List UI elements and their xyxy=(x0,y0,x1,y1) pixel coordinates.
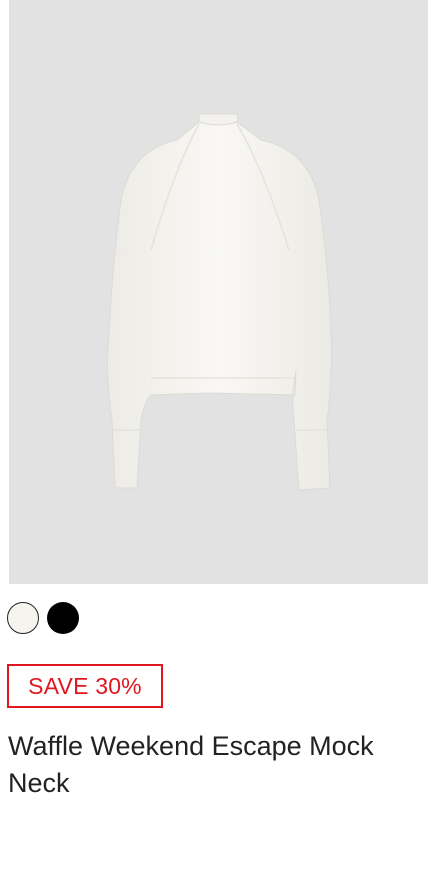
sweater-image xyxy=(107,113,332,491)
product-image[interactable] xyxy=(9,0,428,584)
color-swatches xyxy=(7,602,79,634)
discount-badge: SAVE 30% xyxy=(7,664,163,708)
product-card[interactable]: SAVE 30% Waffle Weekend Escape Mock Neck xyxy=(0,0,439,876)
swatch-black[interactable] xyxy=(47,602,79,634)
swatch-ivory[interactable] xyxy=(7,602,39,634)
product-title[interactable]: Waffle Weekend Escape Mock Neck xyxy=(8,728,428,802)
